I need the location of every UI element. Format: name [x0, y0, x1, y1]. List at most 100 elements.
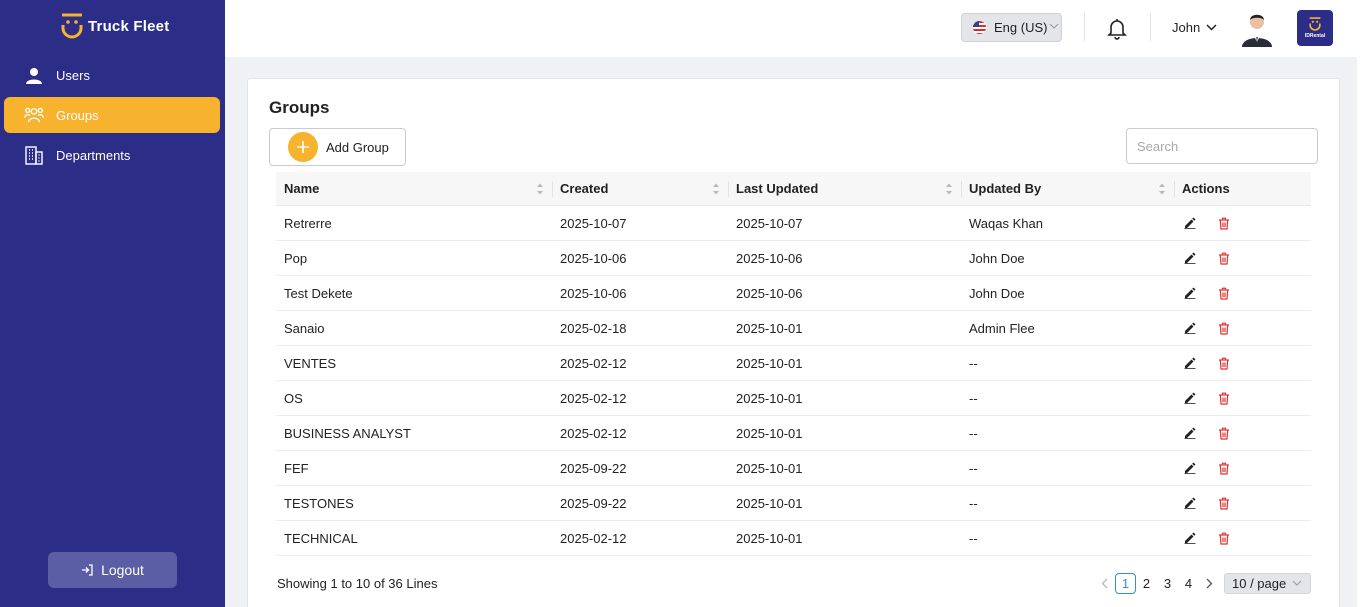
chevron-down-icon	[1206, 24, 1217, 31]
chevron-down-icon	[1050, 23, 1059, 29]
delete-icon[interactable]	[1217, 356, 1231, 370]
brand-name: Truck Fleet	[88, 17, 170, 35]
column-label: Last Updated	[736, 181, 819, 196]
column-header-name[interactable]: Name	[276, 172, 552, 205]
sidebar-item-groups[interactable]: Groups	[4, 97, 220, 133]
sort-icon[interactable]	[712, 182, 720, 196]
sidebar: Truck Fleet Users Groups Departments Log…	[0, 0, 225, 607]
column-header-updated-by[interactable]: Updated By	[961, 172, 1174, 205]
delete-icon[interactable]	[1217, 496, 1231, 510]
page-link-3[interactable]: 3	[1157, 573, 1178, 594]
search-input[interactable]	[1126, 128, 1318, 164]
brand-logo[interactable]: Truck Fleet	[60, 12, 169, 40]
edit-icon[interactable]	[1183, 496, 1197, 510]
sidebar-item-departments[interactable]: Departments	[4, 137, 220, 173]
truck-fleet-logo-icon	[61, 13, 83, 39]
cell-last-updated: 2025-10-06	[736, 250, 803, 266]
showing-text: Showing 1 to 10 of 36 Lines	[277, 576, 438, 591]
idrental-logo-icon	[1309, 17, 1321, 31]
sidebar-item-label: Users	[56, 67, 90, 83]
topbar: Eng (US) John IDRental	[225, 0, 1366, 607]
edit-icon[interactable]	[1183, 426, 1197, 440]
delete-icon[interactable]	[1217, 321, 1231, 335]
page-title: Groups	[269, 98, 330, 117]
user-icon	[24, 65, 44, 85]
edit-icon[interactable]	[1183, 251, 1197, 265]
cell-created: 2025-09-22	[560, 460, 627, 476]
edit-icon[interactable]	[1183, 356, 1197, 370]
add-group-button[interactable]: Add Group	[269, 128, 406, 166]
logout-button[interactable]: Logout	[48, 552, 177, 588]
edit-icon[interactable]	[1183, 461, 1197, 475]
bell-icon[interactable]	[1105, 16, 1129, 40]
cell-name: BUSINESS ANALYST	[284, 425, 411, 441]
table-row[interactable]: BUSINESS ANALYST 2025-02-12 2025-10-01 --	[276, 416, 1311, 451]
table-row[interactable]: Pop 2025-10-06 2025-10-06 John Doe	[276, 241, 1311, 276]
table-row[interactable]: Retrerre 2025-10-07 2025-10-07 Waqas Khan	[276, 206, 1311, 241]
delete-icon[interactable]	[1217, 461, 1231, 475]
app-logo[interactable]: IDRental	[1297, 10, 1333, 46]
sort-icon[interactable]	[1158, 182, 1166, 196]
delete-icon[interactable]	[1217, 286, 1231, 300]
edit-icon[interactable]	[1183, 286, 1197, 300]
sort-icon[interactable]	[536, 182, 544, 196]
cell-actions	[1174, 531, 1311, 545]
cell-name: TESTONES	[284, 495, 354, 511]
cell-updated-by: --	[969, 530, 978, 546]
table-row[interactable]: Sanaio 2025-02-18 2025-10-01 Admin Flee	[276, 311, 1311, 346]
sidebar-item-users[interactable]: Users	[4, 57, 220, 93]
cell-actions	[1174, 461, 1311, 475]
cell-name: Test Dekete	[284, 285, 353, 301]
cell-created: 2025-02-18	[560, 320, 627, 336]
cell-updated-by: Waqas Khan	[969, 215, 1043, 231]
cell-actions	[1174, 356, 1311, 370]
page-link-2[interactable]: 2	[1136, 573, 1157, 594]
table-row[interactable]: TECHNICAL 2025-02-12 2025-10-01 --	[276, 521, 1311, 556]
edit-icon[interactable]	[1183, 531, 1197, 545]
delete-icon[interactable]	[1217, 251, 1231, 265]
edit-icon[interactable]	[1183, 321, 1197, 335]
table-row[interactable]: VENTES 2025-02-12 2025-10-01 --	[276, 346, 1311, 381]
cell-last-updated: 2025-10-01	[736, 425, 803, 441]
building-icon	[24, 145, 44, 165]
page-link-4[interactable]: 4	[1178, 573, 1199, 594]
cell-actions	[1174, 251, 1311, 265]
cell-created: 2025-10-06	[560, 285, 627, 301]
avatar[interactable]	[1238, 9, 1276, 47]
delete-icon[interactable]	[1217, 426, 1231, 440]
table-row[interactable]: FEF 2025-09-22 2025-10-01 --	[276, 451, 1311, 486]
page-link-1[interactable]: 1	[1115, 572, 1136, 594]
edit-icon[interactable]	[1183, 391, 1197, 405]
edit-icon[interactable]	[1183, 216, 1197, 230]
column-label: Updated By	[969, 181, 1042, 196]
groups-icon	[24, 105, 44, 125]
page-size-select[interactable]: 10 / page	[1224, 572, 1311, 594]
table-row[interactable]: OS 2025-02-12 2025-10-01 --	[276, 381, 1311, 416]
column-header-last-updated[interactable]: Last Updated	[728, 172, 961, 205]
table-row[interactable]: Test Dekete 2025-10-06 2025-10-06 John Doe	[276, 276, 1311, 311]
user-menu[interactable]: John	[1172, 20, 1217, 35]
column-label: Created	[560, 181, 609, 196]
prev-page-icon[interactable]	[1094, 573, 1115, 594]
table-header: Name Created Last Updated Updated By Act…	[276, 172, 1311, 206]
divider	[1150, 13, 1151, 41]
cell-last-updated: 2025-10-01	[736, 390, 803, 406]
delete-icon[interactable]	[1217, 216, 1231, 230]
language-select[interactable]: Eng (US)	[961, 13, 1062, 42]
app-logo-text: IDRental	[1304, 33, 1326, 39]
scrollbar[interactable]	[1357, 0, 1366, 607]
column-header-created[interactable]: Created	[552, 172, 728, 205]
groups-table: Name Created Last Updated Updated By Act…	[276, 172, 1311, 556]
cell-name: VENTES	[284, 355, 337, 371]
delete-icon[interactable]	[1217, 531, 1231, 545]
logout-label: Logout	[101, 562, 144, 578]
plus-icon	[288, 132, 318, 162]
sort-icon[interactable]	[945, 182, 953, 196]
table-row[interactable]: TESTONES 2025-09-22 2025-10-01 --	[276, 486, 1311, 521]
cell-actions	[1174, 426, 1311, 440]
cell-updated-by: --	[969, 390, 978, 406]
delete-icon[interactable]	[1217, 391, 1231, 405]
cell-updated-by: John Doe	[969, 250, 1025, 266]
cell-created: 2025-02-12	[560, 425, 627, 441]
next-page-icon[interactable]	[1199, 573, 1220, 594]
